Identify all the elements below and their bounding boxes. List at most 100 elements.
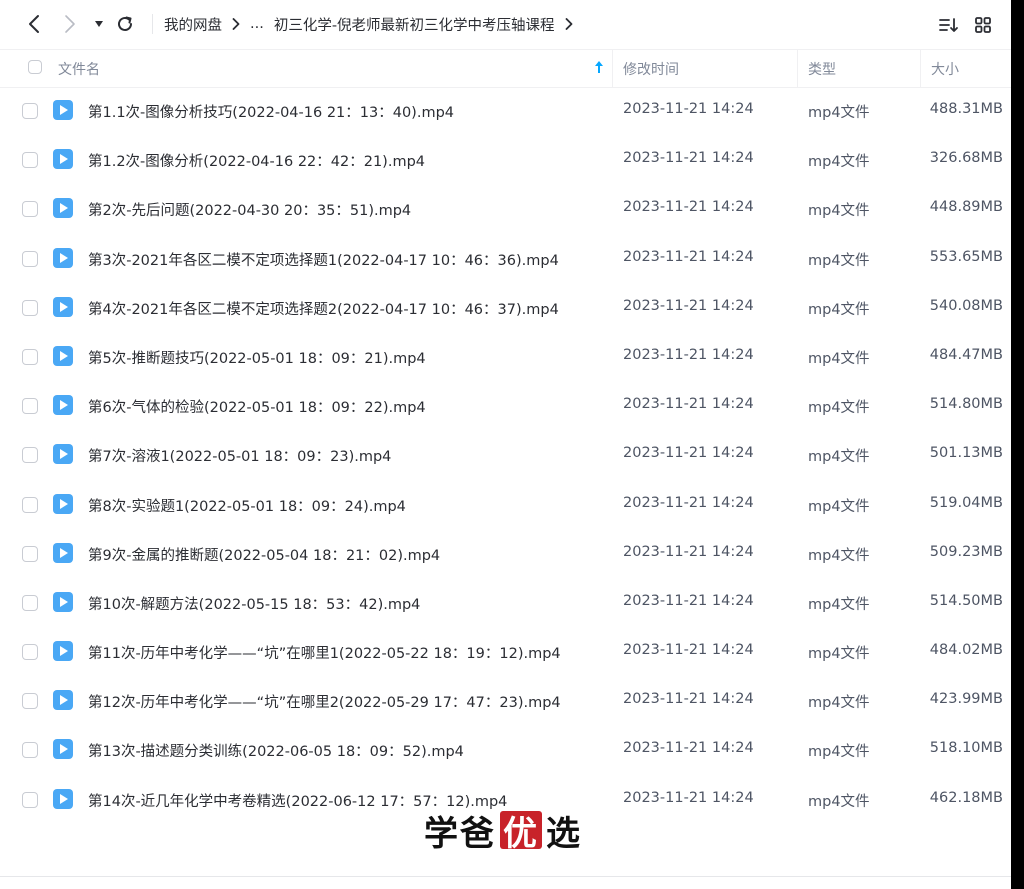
- refresh-button[interactable]: [114, 12, 136, 36]
- file-modified: 2023-11-21 14:24: [623, 346, 754, 363]
- row-checkbox[interactable]: [22, 447, 38, 464]
- row-checkbox[interactable]: [22, 299, 38, 316]
- chevron-left-icon: [29, 15, 39, 33]
- file-type: mp4文件: [808, 203, 870, 220]
- table-row[interactable]: 第12次-历年中考化学——“坑”在哪里2(2022-05-29 17：47：23…: [0, 676, 1011, 725]
- row-checkbox[interactable]: [22, 742, 38, 759]
- column-header-name[interactable]: 文件名: [58, 59, 100, 79]
- table-row[interactable]: 第2次-先后问题(2022-04-30 20：35：51).mp4 2023-11…: [0, 184, 1011, 233]
- row-checkbox[interactable]: [22, 103, 38, 119]
- column-header-modified[interactable]: 修改时间: [623, 59, 679, 79]
- history-dropdown-button[interactable]: [92, 12, 106, 36]
- video-file-icon: [52, 493, 74, 515]
- row-checkbox[interactable]: [22, 644, 38, 661]
- table-row[interactable]: 第1.1次-图像分析技巧(2022-04-16 21：13：40).mp4 202…: [0, 86, 1011, 135]
- back-button[interactable]: [22, 12, 46, 36]
- file-modified: 2023-11-21 14:24: [623, 396, 754, 413]
- video-file-icon: [52, 247, 74, 269]
- file-name[interactable]: 第9次-金属的推断题(2022-05-04 18：21：02).mp4: [88, 544, 440, 565]
- breadcrumb-current[interactable]: 初三化学-倪老师最新初三化学中考压轴课程: [274, 14, 555, 35]
- file-name[interactable]: 第13次-描述题分类训练(2022-06-05 18：09：52).mp4: [88, 740, 464, 761]
- video-file-icon: [52, 296, 74, 318]
- table-row[interactable]: 第10次-解题方法(2022-05-15 18：53：42).mp4 2023-1…: [0, 578, 1011, 627]
- row-checkbox[interactable]: [22, 398, 38, 415]
- column-header-type[interactable]: 类型: [808, 59, 836, 79]
- breadcrumb-root[interactable]: 我的网盘: [164, 14, 222, 35]
- file-name[interactable]: 第8次-实验题1(2022-05-01 18：09：24).mp4: [88, 495, 406, 516]
- file-size: 423.99MB: [929, 691, 1003, 708]
- column-divider[interactable]: [612, 50, 613, 87]
- video-file-icon: [52, 443, 74, 465]
- file-name[interactable]: 第10次-解题方法(2022-05-15 18：53：42).mp4: [88, 593, 420, 614]
- file-size: 514.80MB: [929, 396, 1003, 413]
- file-list: 第1.1次-图像分析技巧(2022-04-16 21：13：40).mp4 202…: [0, 86, 1011, 824]
- file-type: mp4文件: [808, 350, 870, 367]
- select-all-checkbox[interactable]: [28, 60, 42, 74]
- file-type: mp4文件: [808, 547, 870, 564]
- chevron-right-icon: [232, 18, 240, 30]
- file-name[interactable]: 第2次-先后问题(2022-04-30 20：35：51).mp4: [88, 199, 411, 220]
- column-divider[interactable]: [797, 50, 798, 87]
- file-name[interactable]: 第3次-2021年各区二模不定项选择题1(2022-04-17 10：46：36…: [88, 249, 559, 270]
- video-file-icon: [52, 148, 74, 170]
- table-row[interactable]: 第7次-溶液1(2022-05-01 18：09：23).mp4 2023-11-…: [0, 430, 1011, 479]
- row-checkbox[interactable]: [22, 791, 38, 808]
- file-name[interactable]: 第1.2次-图像分析(2022-04-16 22：42：21).mp4: [88, 150, 425, 171]
- file-size: 484.02MB: [929, 642, 1003, 659]
- file-name[interactable]: 第7次-溶液1(2022-05-01 18：09：23).mp4: [88, 445, 391, 466]
- row-checkbox[interactable]: [22, 594, 38, 611]
- watermark: 学爸 优 选: [424, 810, 582, 854]
- file-size: 462.18MB: [929, 789, 1003, 806]
- file-modified: 2023-11-21 14:24: [623, 642, 754, 659]
- file-modified: 2023-11-21 14:24: [623, 150, 754, 167]
- column-divider[interactable]: [920, 50, 921, 87]
- chevron-right-icon: [65, 15, 75, 33]
- file-type: mp4文件: [808, 596, 870, 613]
- table-row[interactable]: 第5次-推断题技巧(2022-05-01 18：09：21).mp4 2023-1…: [0, 332, 1011, 381]
- file-name[interactable]: 第1.1次-图像分析技巧(2022-04-16 21：13：40).mp4: [88, 101, 454, 122]
- sort-ascending-icon[interactable]: [594, 60, 604, 78]
- row-checkbox[interactable]: [22, 201, 38, 218]
- file-type: mp4文件: [808, 252, 870, 269]
- sort-button[interactable]: [938, 14, 960, 36]
- file-name[interactable]: 第5次-推断题技巧(2022-05-01 18：09：21).mp4: [88, 347, 426, 368]
- row-checkbox[interactable]: [22, 496, 38, 513]
- file-type: mp4文件: [808, 449, 870, 466]
- table-row[interactable]: 第4次-2021年各区二模不定项选择题2(2022-04-17 10：46：37…: [0, 283, 1011, 332]
- table-header: 文件名 修改时间 类型 大小: [0, 49, 1011, 88]
- file-size: 519.04MB: [929, 494, 1003, 511]
- file-modified: 2023-11-21 14:24: [623, 789, 754, 806]
- file-type: mp4文件: [808, 744, 870, 761]
- file-size: 448.89MB: [929, 199, 1003, 216]
- file-type: mp4文件: [808, 154, 870, 171]
- row-checkbox[interactable]: [22, 348, 38, 365]
- table-row[interactable]: 第8次-实验题1(2022-05-01 18：09：24).mp4 2023-11…: [0, 480, 1011, 529]
- grid-view-icon: [975, 17, 991, 33]
- file-name[interactable]: 第12次-历年中考化学——“坑”在哪里2(2022-05-29 17：47：23…: [88, 691, 561, 712]
- table-row[interactable]: 第6次-气体的检验(2022-05-01 18：09：22).mp4 2023-1…: [0, 381, 1011, 430]
- breadcrumb-ellipsis[interactable]: ...: [250, 16, 264, 32]
- row-checkbox[interactable]: [22, 545, 38, 562]
- file-modified: 2023-11-21 14:24: [623, 740, 754, 757]
- column-header-size[interactable]: 大小: [931, 59, 959, 79]
- file-type: mp4文件: [808, 105, 870, 121]
- table-row[interactable]: 第3次-2021年各区二模不定项选择题1(2022-04-17 10：46：36…: [0, 234, 1011, 283]
- grid-view-button[interactable]: [974, 14, 996, 36]
- table-row[interactable]: 第1.2次-图像分析(2022-04-16 22：42：21).mp4 2023-…: [0, 135, 1011, 184]
- table-row[interactable]: 第11次-历年中考化学——“坑”在哪里1(2022-05-22 18：19：12…: [0, 627, 1011, 676]
- file-name[interactable]: 第6次-气体的检验(2022-05-01 18：09：22).mp4: [88, 396, 426, 417]
- video-file-icon: [52, 788, 74, 810]
- row-checkbox[interactable]: [22, 250, 38, 267]
- table-row[interactable]: 第9次-金属的推断题(2022-05-04 18：21：02).mp4 2023-…: [0, 529, 1011, 578]
- file-modified: 2023-11-21 14:24: [623, 494, 754, 511]
- file-type: mp4文件: [808, 301, 870, 318]
- file-type: mp4文件: [808, 400, 870, 417]
- file-name[interactable]: 第11次-历年中考化学——“坑”在哪里1(2022-05-22 18：19：12…: [88, 642, 561, 663]
- row-checkbox[interactable]: [22, 152, 38, 169]
- row-checkbox[interactable]: [22, 693, 38, 710]
- sort-list-icon: [939, 18, 958, 32]
- forward-button[interactable]: [58, 12, 82, 36]
- table-row[interactable]: 第13次-描述题分类训练(2022-06-05 18：09：52).mp4 202…: [0, 725, 1011, 774]
- file-modified: 2023-11-21 14:24: [623, 101, 754, 117]
- file-name[interactable]: 第4次-2021年各区二模不定项选择题2(2022-04-17 10：46：37…: [88, 298, 559, 319]
